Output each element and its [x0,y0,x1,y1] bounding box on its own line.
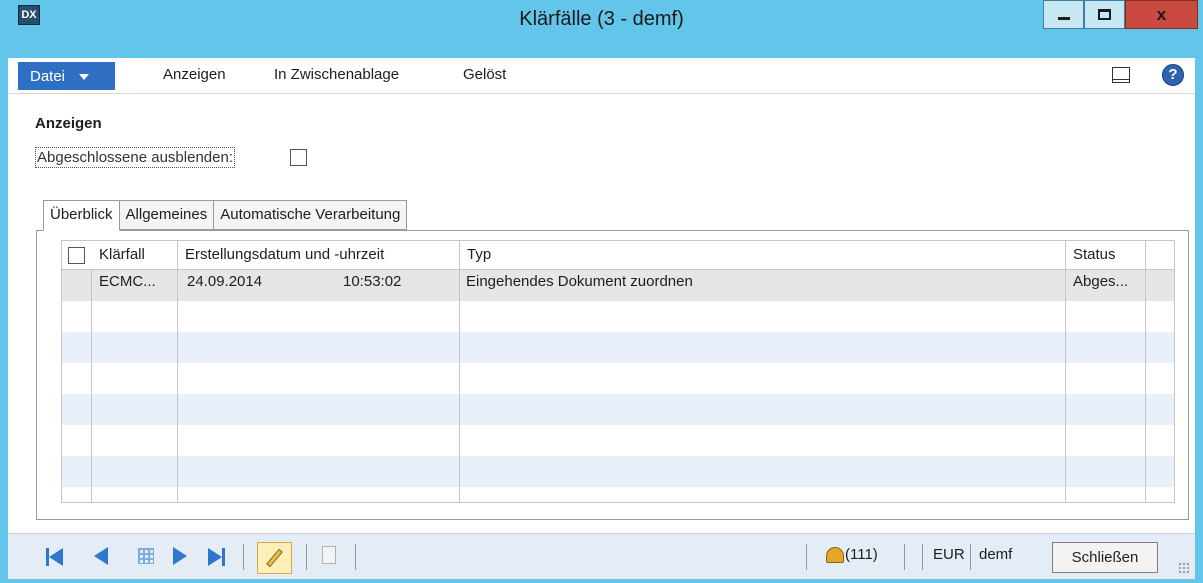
separator [306,544,307,570]
previous-icon [94,547,108,565]
column-divider [91,241,92,502]
separator [355,544,356,570]
form-content: Anzeigen Abgeschlossene ausblenden: Über… [8,94,1195,533]
grid-body: ECMC... 24.09.2014 10:53:02 Eingehendes … [62,270,1174,502]
chevron-down-icon [79,74,90,80]
tab-allgemeines[interactable]: Allgemeines [118,200,215,230]
column-header-type[interactable]: Typ [460,241,1066,270]
menu-item-anzeigen[interactable]: Anzeigen [163,66,226,83]
cell-date: 24.09.2014 [187,273,263,290]
empty-row [62,301,1174,332]
title-bar: DX Klärfälle (3 - demf) x [0,0,1203,58]
minimize-button[interactable] [1043,0,1084,29]
separator [970,544,971,570]
currency-indicator[interactable]: EUR [933,546,965,563]
menu-bar: Datei Anzeigen In Zwischenablage Gelöst … [8,58,1195,94]
first-record-button[interactable] [46,547,63,567]
separator [904,544,905,570]
attachment-icon[interactable] [322,546,336,564]
empty-row [62,394,1174,425]
next-record-button[interactable] [173,547,187,567]
notifications-button[interactable]: (111) [826,546,878,563]
resize-grip[interactable] [1178,562,1190,574]
cell-case: ECMC... [99,273,156,290]
section-title: Anzeigen [35,115,102,132]
last-record-icon [222,548,225,566]
last-record-button[interactable] [208,547,225,567]
tab-automatische-verarbeitung[interactable]: Automatische Verarbeitung [213,200,408,230]
notification-count: (111) [845,546,878,563]
first-record-arrow [49,548,63,566]
status-bar: (111) EUR demf Schließen [8,533,1195,579]
separator [922,544,923,570]
separator [806,544,807,570]
pencil-icon [266,548,283,568]
next-icon [173,547,187,565]
menu-item-geloest[interactable]: Gelöst [463,66,506,83]
empty-row [62,425,1174,456]
empty-row [62,363,1174,394]
cell-time: 10:53:02 [343,273,402,290]
column-divider [177,241,178,502]
grid-header: Klärfall Erstellungsdatum und -uhrzeit T… [62,241,1174,270]
column-header-created[interactable]: Erstellungsdatum und -uhrzeit [178,241,460,270]
file-menu-button[interactable]: Datei [18,62,115,90]
window-title: Klärfälle (3 - demf) [519,8,684,30]
cell-status: Abges... [1073,273,1129,290]
column-divider [459,241,460,502]
separator [243,544,244,570]
empty-row [62,332,1174,363]
maximize-button[interactable] [1084,0,1125,29]
help-icon[interactable]: ? [1162,64,1184,86]
previous-record-button[interactable] [94,547,108,567]
close-button[interactable]: Schließen [1052,542,1158,573]
window: DX Klärfälle (3 - demf) x Datei Anzeigen… [0,0,1203,583]
cell-type: Eingehendes Dokument zuordnen [466,273,693,290]
case-grid: ECMC... 24.09.2014 10:53:02 Eingehendes … [61,240,1175,503]
column-header-case[interactable]: Klärfall [92,241,178,270]
select-all-checkbox[interactable] [68,247,85,264]
empty-row [62,487,1174,502]
maximize-icon [1098,9,1111,20]
hide-closed-checkbox[interactable] [290,149,307,166]
column-divider [1145,241,1146,502]
last-record-arrow [208,548,222,566]
tab-panel: ECMC... 24.09.2014 10:53:02 Eingehendes … [36,230,1189,520]
menu-item-zwischenablage[interactable]: In Zwischenablage [274,66,399,83]
edit-mode-button[interactable] [257,542,292,574]
close-window-button[interactable]: x [1125,0,1198,29]
column-header-status[interactable]: Status [1066,241,1146,270]
close-icon: x [1156,4,1167,24]
list-view-icon[interactable] [138,548,154,564]
layout-icon[interactable] [1112,67,1130,83]
column-divider [1065,241,1066,502]
file-menu-label: Datei [30,67,66,85]
empty-row [62,456,1174,487]
tab-strip: Überblick Allgemeines Automatische Verar… [43,200,408,231]
table-row[interactable]: ECMC... 24.09.2014 10:53:02 Eingehendes … [62,270,1174,301]
bell-icon [826,546,844,563]
tab-ueberblick[interactable]: Überblick [43,200,120,231]
minimize-icon [1057,17,1070,20]
company-indicator[interactable]: demf [979,546,1012,563]
hide-closed-label: Abgeschlossene ausblenden: [35,147,235,168]
